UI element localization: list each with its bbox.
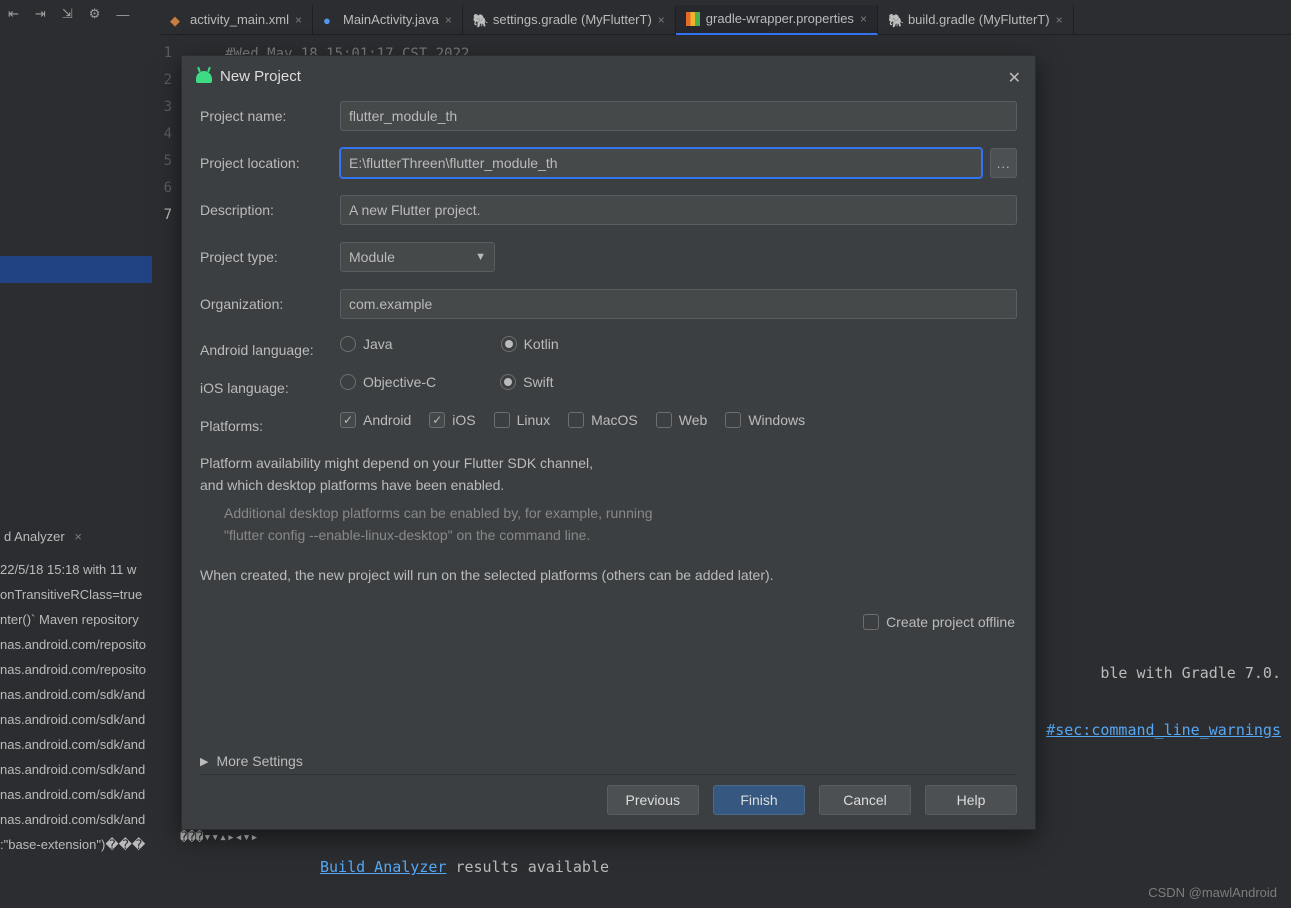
build-analyzer-panel: d Analyzer × 22/5/18 15:18 with 11 wonTr… bbox=[0, 520, 180, 908]
close-icon[interactable]: ✕ bbox=[1008, 68, 1021, 88]
log-line: 22/5/18 15:18 with 11 w bbox=[0, 557, 180, 582]
new-project-dialog: New Project ✕ Project name: Project loca… bbox=[181, 55, 1036, 830]
java-radio[interactable]: Java bbox=[340, 336, 393, 352]
log-line: nas.android.com/sdk/and bbox=[0, 682, 180, 707]
platform-info: Platform availability might depend on yo… bbox=[200, 452, 1017, 496]
project-name-input[interactable] bbox=[340, 101, 1017, 131]
log-line: nas.android.com/sdk/and bbox=[0, 782, 180, 807]
tab-mainactivity-java[interactable]: ● MainActivity.java × bbox=[313, 5, 463, 35]
log-line: nas.android.com/sdk/and bbox=[0, 757, 180, 782]
xml-icon: ◆ bbox=[170, 13, 184, 27]
tab-settings-gradle-myfluttert-[interactable]: 🐘 settings.gradle (MyFlutterT) × bbox=[463, 5, 676, 35]
build-analyzer-link[interactable]: Build Analyzer bbox=[320, 858, 446, 876]
platforms-label: Platforms: bbox=[200, 418, 340, 434]
more-settings-toggle[interactable]: ▶ More Settings bbox=[200, 753, 303, 769]
description-input[interactable] bbox=[340, 195, 1017, 225]
log-line: nas.android.com/sdk/and bbox=[0, 732, 180, 757]
close-icon[interactable]: × bbox=[74, 529, 82, 544]
toolbar-icon[interactable]: ⇥ bbox=[35, 6, 46, 22]
log-line: nas.android.com/reposito bbox=[0, 657, 180, 682]
organization-label: Organization: bbox=[200, 296, 340, 312]
run-info: When created, the new project will run o… bbox=[200, 564, 1017, 586]
tab-label: activity_main.xml bbox=[190, 12, 289, 27]
offline-checkbox[interactable]: Create project offline bbox=[863, 614, 1015, 630]
gradle-icon: 🐘 bbox=[888, 13, 902, 27]
swift-radio[interactable]: Swift bbox=[500, 374, 553, 390]
close-icon[interactable]: × bbox=[658, 13, 665, 27]
dialog-title: New Project bbox=[220, 68, 301, 85]
platform-info-extra: Additional desktop platforms can be enab… bbox=[224, 502, 1017, 546]
project-name-label: Project name: bbox=[200, 108, 340, 124]
log-line: nas.android.com/reposito bbox=[0, 632, 180, 657]
line-number: 2 bbox=[140, 67, 172, 94]
ios-language-label: iOS language: bbox=[200, 380, 340, 396]
help-button[interactable]: Help bbox=[925, 785, 1017, 815]
android-language-label: Android language: bbox=[200, 342, 340, 358]
highlighted-line bbox=[0, 256, 152, 283]
output-text: results available bbox=[446, 858, 609, 876]
line-gutter: 1234567 bbox=[140, 40, 180, 229]
tab-label: settings.gradle (MyFlutterT) bbox=[493, 12, 652, 27]
settings-icon[interactable]: ⚙ bbox=[89, 6, 101, 22]
close-icon[interactable]: × bbox=[1056, 13, 1063, 27]
toolbar-icon[interactable]: ⇤ bbox=[8, 6, 19, 22]
log-line: nas.android.com/sdk/and bbox=[0, 807, 180, 832]
close-icon[interactable]: × bbox=[860, 12, 867, 26]
close-icon[interactable]: × bbox=[445, 13, 452, 27]
log-line: :"base-extension")��� bbox=[0, 832, 180, 857]
glyph-row: ���▾▾▴▸◂▾▸ bbox=[180, 830, 258, 845]
tab-label: gradle-wrapper.properties bbox=[706, 11, 854, 26]
chevron-down-icon: ▼ bbox=[475, 251, 486, 263]
android-icon bbox=[196, 71, 212, 83]
tab-label: build.gradle (MyFlutterT) bbox=[908, 12, 1050, 27]
objc-radio[interactable]: Objective-C bbox=[340, 374, 436, 390]
expand-icon: ▶ bbox=[200, 755, 208, 768]
log-line: nter()` Maven repository bbox=[0, 607, 180, 632]
log-line: onTransitiveRClass=true bbox=[0, 582, 180, 607]
project-location-label: Project location: bbox=[200, 155, 340, 171]
editor-tabs: ◆ activity_main.xml × ● MainActivity.java × 🐘 s… bbox=[160, 5, 1291, 35]
separator bbox=[200, 774, 1017, 775]
line-number: 7 bbox=[140, 202, 172, 229]
minimize-icon[interactable]: — bbox=[116, 7, 129, 22]
close-icon[interactable]: × bbox=[295, 13, 302, 27]
kotlin-radio[interactable]: Kotlin bbox=[501, 336, 559, 352]
tab-gradle-wrapper-properties[interactable]: gradle-wrapper.properties × bbox=[676, 5, 878, 35]
cancel-button[interactable]: Cancel bbox=[819, 785, 911, 815]
select-value: Module bbox=[349, 249, 395, 265]
properties-icon bbox=[686, 12, 700, 26]
platform-linux-checkbox[interactable]: Linux bbox=[494, 412, 550, 428]
line-number: 1 bbox=[140, 40, 172, 67]
main-toolbar: ⇤ ⇥ ⇲ ⚙ — bbox=[0, 0, 129, 28]
log-line: nas.android.com/sdk/and bbox=[0, 707, 180, 732]
watermark: CSDN @mawlAndroid bbox=[1148, 885, 1277, 900]
tab-build-gradle-myfluttert-[interactable]: 🐘 build.gradle (MyFlutterT) × bbox=[878, 5, 1074, 35]
tab-label: MainActivity.java bbox=[343, 12, 439, 27]
description-label: Description: bbox=[200, 202, 340, 218]
warning-link[interactable]: #sec:command_line_warnings bbox=[1046, 721, 1281, 739]
platform-android-checkbox[interactable]: Android bbox=[340, 412, 411, 428]
platform-windows-checkbox[interactable]: Windows bbox=[725, 412, 805, 428]
tab-activity-main-xml[interactable]: ◆ activity_main.xml × bbox=[160, 5, 313, 35]
project-type-select[interactable]: Module ▼ bbox=[340, 242, 495, 272]
project-location-input[interactable] bbox=[340, 148, 982, 178]
project-type-label: Project type: bbox=[200, 249, 340, 265]
gradle-icon: 🐘 bbox=[473, 13, 487, 27]
panel-title: d Analyzer bbox=[4, 529, 65, 544]
platform-macos-checkbox[interactable]: MacOS bbox=[568, 412, 638, 428]
previous-button[interactable]: Previous bbox=[607, 785, 699, 815]
java-icon: ● bbox=[323, 13, 337, 27]
line-number: 3 bbox=[140, 94, 172, 121]
line-number: 6 bbox=[140, 175, 172, 202]
toolbar-icon[interactable]: ⇲ bbox=[62, 6, 73, 22]
line-number: 4 bbox=[140, 121, 172, 148]
platform-ios-checkbox[interactable]: iOS bbox=[429, 412, 475, 428]
organization-input[interactable] bbox=[340, 289, 1017, 319]
browse-button[interactable]: ... bbox=[990, 148, 1017, 178]
platform-web-checkbox[interactable]: Web bbox=[656, 412, 708, 428]
line-number: 5 bbox=[140, 148, 172, 175]
finish-button[interactable]: Finish bbox=[713, 785, 805, 815]
